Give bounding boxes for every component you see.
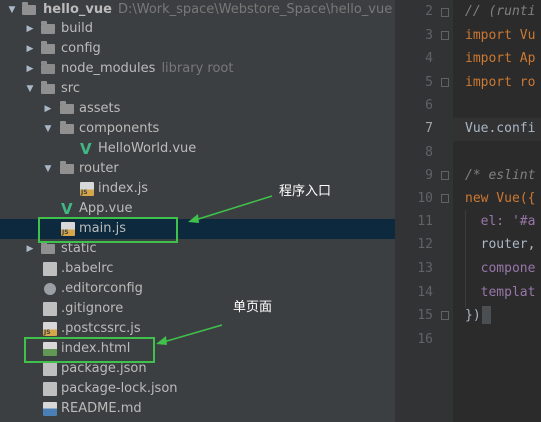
code-line: }) (465, 308, 481, 323)
code-line: router, (465, 237, 536, 252)
arrow-to-index-html (156, 324, 223, 345)
line-number: 16 (417, 332, 433, 347)
line-number: 4 (425, 51, 433, 66)
fold-marker-icon[interactable] (441, 78, 449, 87)
line-number: 11 (417, 214, 433, 229)
code-line: // (runti (465, 4, 536, 19)
code-line: new Vue({ (465, 191, 536, 206)
fold-marker-icon[interactable] (441, 194, 449, 203)
line-number: 12 (417, 237, 433, 252)
line-number-current: 7 (425, 121, 433, 136)
fold-marker-icon[interactable] (441, 31, 449, 40)
code-line: el: '#a (465, 214, 536, 229)
project-tree: ▼ hello_vue D:\Work_space\Webstore_Space\… (0, 0, 395, 422)
fold-marker-icon[interactable] (441, 8, 449, 17)
code-line: import ro (465, 75, 536, 90)
line-number: 9 (425, 168, 433, 183)
code-line: Vue.confi (465, 121, 536, 136)
line-number: 10 (417, 191, 433, 206)
code-line: import Ap (465, 51, 536, 66)
code-line: compone (465, 261, 536, 276)
arrow-to-main-js (188, 195, 273, 223)
code-line: /* eslint (465, 168, 536, 183)
line-number: 8 (425, 145, 433, 160)
code-editor[interactable]: // (runti import Vu import Ap import ro … (453, 0, 541, 422)
line-number: 3 (425, 28, 433, 43)
editor-gutter: 2 3 4 5 6 7 8 9 10 11 12 13 14 15 16 (395, 0, 453, 422)
code-line: import Vu (465, 28, 536, 43)
line-number: 13 (417, 261, 433, 276)
annotation-arrows (156, 195, 273, 345)
line-number: 15 (417, 308, 433, 323)
line-number: 6 (425, 98, 433, 113)
line-number: 5 (425, 75, 433, 90)
line-number: 14 (417, 285, 433, 300)
line-number: 2 (425, 4, 433, 19)
fold-marker-icon[interactable] (441, 171, 449, 180)
fold-marker-icon[interactable] (441, 311, 449, 320)
code-line: templat (465, 285, 536, 300)
bracket-match-highlight (482, 306, 491, 324)
